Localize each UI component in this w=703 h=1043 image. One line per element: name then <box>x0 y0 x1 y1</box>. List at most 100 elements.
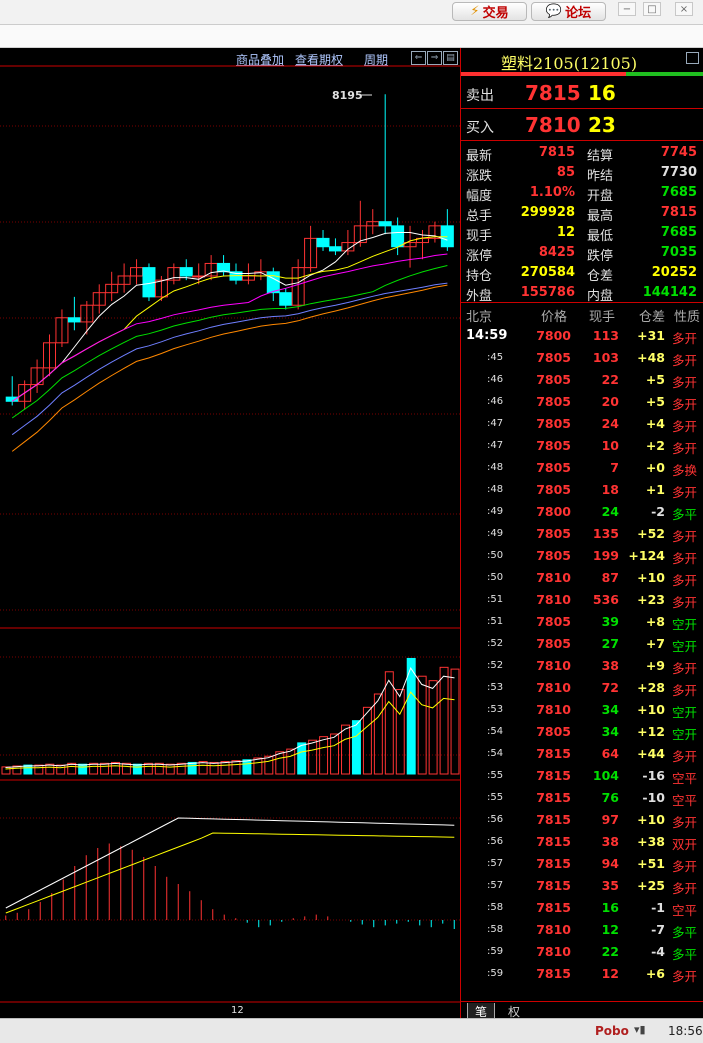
tick-nature: 空开 <box>672 639 698 654</box>
tick-row[interactable]: :57 7815 35 +25 多开 <box>461 875 703 897</box>
tick-time: :46 <box>487 396 504 407</box>
lightning-icon: ⚡ <box>470 4 480 19</box>
sell-row: 卖出 7815 16 <box>461 78 703 109</box>
volume-bar <box>384 671 394 775</box>
tick-oi-change: -7 <box>651 922 665 937</box>
forum-button[interactable]: 💬 论坛 <box>531 2 606 21</box>
volume-bar <box>264 755 274 775</box>
tick-row[interactable]: :50 7810 87 +10 多开 <box>461 567 703 589</box>
signal-icon: ▾▮ <box>634 1023 646 1036</box>
tick-row[interactable]: :53 7810 34 +10 空开 <box>461 699 703 721</box>
high-label: 8195 <box>332 89 363 102</box>
tick-row[interactable]: :59 7815 12 +6 多开 <box>461 963 703 985</box>
tick-oi-change: +5 <box>645 372 665 387</box>
stat-value: 7035 <box>660 245 697 260</box>
tick-volume: 199 <box>592 548 619 563</box>
tick-row[interactable]: :58 7815 16 -1 空平 <box>461 897 703 919</box>
stat-value: 7815 <box>660 205 697 220</box>
tick-nature: 多开 <box>672 331 698 346</box>
tick-row[interactable]: :54 7815 64 +44 多开 <box>461 743 703 765</box>
contract-header: 塑料2105(12105) <box>461 48 703 74</box>
tick-row[interactable]: :50 7805 199 +124 多开 <box>461 545 703 567</box>
tick-oi-change: +10 <box>637 812 665 827</box>
tick-row[interactable]: :47 7805 10 +2 多开 <box>461 435 703 457</box>
expand-icon[interactable] <box>686 52 699 64</box>
stat-label: 外盘 <box>466 289 493 304</box>
tick-nature: 双开 <box>672 837 698 852</box>
tick-oi-change: +124 <box>628 548 665 563</box>
tick-nature: 多开 <box>672 419 698 434</box>
tick-nature: 多开 <box>672 485 698 500</box>
minimize-button[interactable]: − <box>618 2 636 16</box>
tick-row[interactable]: :51 7810 536 +23 多开 <box>461 589 703 611</box>
candle-body <box>67 317 81 323</box>
tick-row[interactable]: :46 7805 20 +5 多开 <box>461 391 703 413</box>
tick-price: 7810 <box>536 702 571 717</box>
tick-price: 7815 <box>536 768 571 783</box>
tick-row[interactable]: 14:59 7800 113 +31 多开 <box>461 325 703 347</box>
tick-row[interactable]: :52 7810 38 +9 多开 <box>461 655 703 677</box>
tick-volume: 87 <box>601 570 619 585</box>
tick-row[interactable]: :56 7815 97 +10 多开 <box>461 809 703 831</box>
tick-row[interactable]: :59 7810 22 -4 多平 <box>461 941 703 963</box>
volume-ma-line <box>5 691 455 770</box>
volume-bar <box>100 762 110 775</box>
tick-time: :50 <box>487 572 504 583</box>
tick-row[interactable]: :49 7805 135 +52 多开 <box>461 523 703 545</box>
tick-row[interactable]: :47 7805 24 +4 多开 <box>461 413 703 435</box>
stats-row: 外盘 155786 内盘 144142 <box>461 283 703 304</box>
tick-row[interactable]: :58 7810 12 -7 多平 <box>461 919 703 941</box>
maximize-button[interactable]: □ <box>643 2 661 16</box>
volume-bar <box>395 689 405 775</box>
tick-time: :47 <box>487 440 504 451</box>
close-button[interactable]: × <box>675 2 693 16</box>
forum-label: 论坛 <box>565 6 592 21</box>
tick-row[interactable]: :56 7815 38 +38 双开 <box>461 831 703 853</box>
stat-value: 7730 <box>660 165 697 180</box>
tick-row[interactable]: :57 7815 94 +51 多开 <box>461 853 703 875</box>
volume-bar <box>330 733 340 775</box>
tick-row[interactable]: :45 7805 103 +48 多开 <box>461 347 703 369</box>
tick-list[interactable]: 14:59 7800 113 +31 多开:45 7805 103 +48 多开:46 7805 2… <box>461 325 703 997</box>
volume-bar <box>450 668 460 775</box>
tick-row[interactable]: :52 7805 27 +7 空开 <box>461 633 703 655</box>
candle-body <box>279 292 293 306</box>
tick-row[interactable]: :53 7810 72 +28 多开 <box>461 677 703 699</box>
tick-time: :56 <box>487 814 504 825</box>
tick-time: :51 <box>487 594 504 605</box>
tick-volume: 27 <box>601 636 619 651</box>
tick-row[interactable]: :46 7805 22 +5 多开 <box>461 369 703 391</box>
tick-price: 7810 <box>536 658 571 673</box>
tick-nature: 多开 <box>672 661 698 676</box>
tick-time: :45 <box>487 352 504 363</box>
stats-row: 总手 299928 最高 7815 <box>461 203 703 224</box>
tick-header: 北京 价格 现手 仓差 性质 <box>461 304 703 325</box>
tick-oi-change: +0 <box>645 460 665 475</box>
tick-time: :49 <box>487 528 504 539</box>
tick-row[interactable]: :54 7805 34 +12 空开 <box>461 721 703 743</box>
stat-value: 7685 <box>660 225 697 240</box>
stat-value: 7685 <box>660 185 697 200</box>
status-bar: Pobo ▾▮ 18:56 <box>0 1018 703 1043</box>
tick-row[interactable]: :49 7800 24 -2 多平 <box>461 501 703 523</box>
sell-ratio-bar <box>461 72 626 76</box>
stats-row: 涨停 8425 跌停 7035 <box>461 243 703 264</box>
tick-row[interactable]: :55 7815 104 -16 空平 <box>461 765 703 787</box>
tick-row[interactable]: :51 7805 39 +8 空开 <box>461 611 703 633</box>
volume-bar <box>209 761 219 775</box>
tick-nature: 多平 <box>672 925 698 940</box>
tick-row[interactable]: :48 7805 18 +1 多开 <box>461 479 703 501</box>
volume-bar <box>297 742 307 775</box>
trade-button[interactable]: ⚡ 交易 <box>452 2 527 21</box>
tick-volume: 10 <box>601 438 619 453</box>
volume-bar <box>111 761 120 775</box>
tick-oi-change: -10 <box>642 790 665 805</box>
tick-volume: 76 <box>601 790 619 805</box>
volume-bar <box>406 657 416 775</box>
trade-label: 交易 <box>482 6 509 21</box>
tick-price: 7815 <box>536 900 571 915</box>
tick-row[interactable]: :55 7815 76 -10 空平 <box>461 787 703 809</box>
tick-price: 7800 <box>536 328 571 343</box>
tick-time: :57 <box>487 880 504 891</box>
tick-row[interactable]: :48 7805 7 +0 多换 <box>461 457 703 479</box>
